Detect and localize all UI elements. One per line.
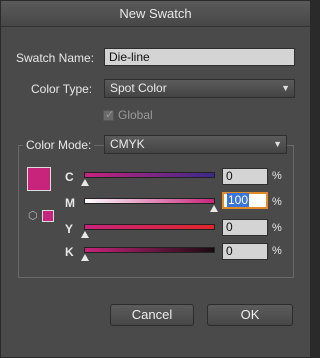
gamut-swatch[interactable]: [42, 210, 54, 222]
channel-y-slider-thumb[interactable]: [81, 231, 89, 238]
new-swatch-dialog: New Swatch Swatch Name: Die-line Color T…: [0, 0, 311, 358]
cancel-button[interactable]: Cancel: [110, 304, 194, 326]
swatch-name-label: Swatch Name:: [16, 51, 95, 65]
channel-k-label: K: [65, 245, 74, 259]
channel-k-input[interactable]: 0: [222, 243, 268, 260]
color-mode-select[interactable]: CMYK ▼: [104, 135, 287, 154]
swatch-name-input[interactable]: Die-line: [104, 48, 295, 66]
color-mode-value: CMYK: [110, 137, 145, 151]
channel-m-percent: %: [272, 196, 282, 208]
color-type-label: Color Type:: [31, 82, 93, 96]
color-type-value: Spot Color: [110, 81, 167, 95]
channel-k-slider-thumb[interactable]: [81, 254, 89, 261]
channel-c-input[interactable]: 0: [222, 168, 268, 185]
channel-y-label: Y: [65, 222, 74, 236]
chevron-down-icon: ▼: [273, 139, 282, 149]
color-preview-swatch: [27, 167, 51, 191]
global-label: Global: [118, 108, 153, 122]
channel-k-percent: %: [272, 245, 282, 257]
checkmark-icon: ✓: [105, 109, 115, 121]
channel-m-slider-thumb[interactable]: [210, 205, 218, 212]
channel-m-label: M: [65, 196, 75, 210]
channel-y-input[interactable]: 0: [222, 219, 268, 236]
channel-c-slider[interactable]: [84, 172, 215, 178]
channel-k-slider[interactable]: [84, 247, 215, 253]
color-type-select[interactable]: Spot Color ▼: [104, 79, 295, 98]
channel-y-percent: %: [272, 222, 282, 234]
channel-m-value: 100: [227, 193, 250, 207]
dialog-title: New Swatch: [1, 1, 310, 27]
color-mode-label: Color Mode:: [23, 138, 95, 152]
channel-c-label: C: [65, 170, 74, 184]
cube-icon: ⬡: [28, 210, 38, 222]
channel-m-slider[interactable]: [84, 198, 215, 204]
ok-button[interactable]: OK: [207, 304, 293, 326]
global-checkbox[interactable]: ✓: [103, 109, 115, 121]
channel-y-slider[interactable]: [84, 224, 215, 230]
channel-c-percent: %: [272, 170, 282, 182]
channel-c-slider-thumb[interactable]: [81, 179, 89, 186]
channel-m-input[interactable]: 100: [222, 192, 268, 209]
chevron-down-icon: ▼: [281, 83, 290, 93]
